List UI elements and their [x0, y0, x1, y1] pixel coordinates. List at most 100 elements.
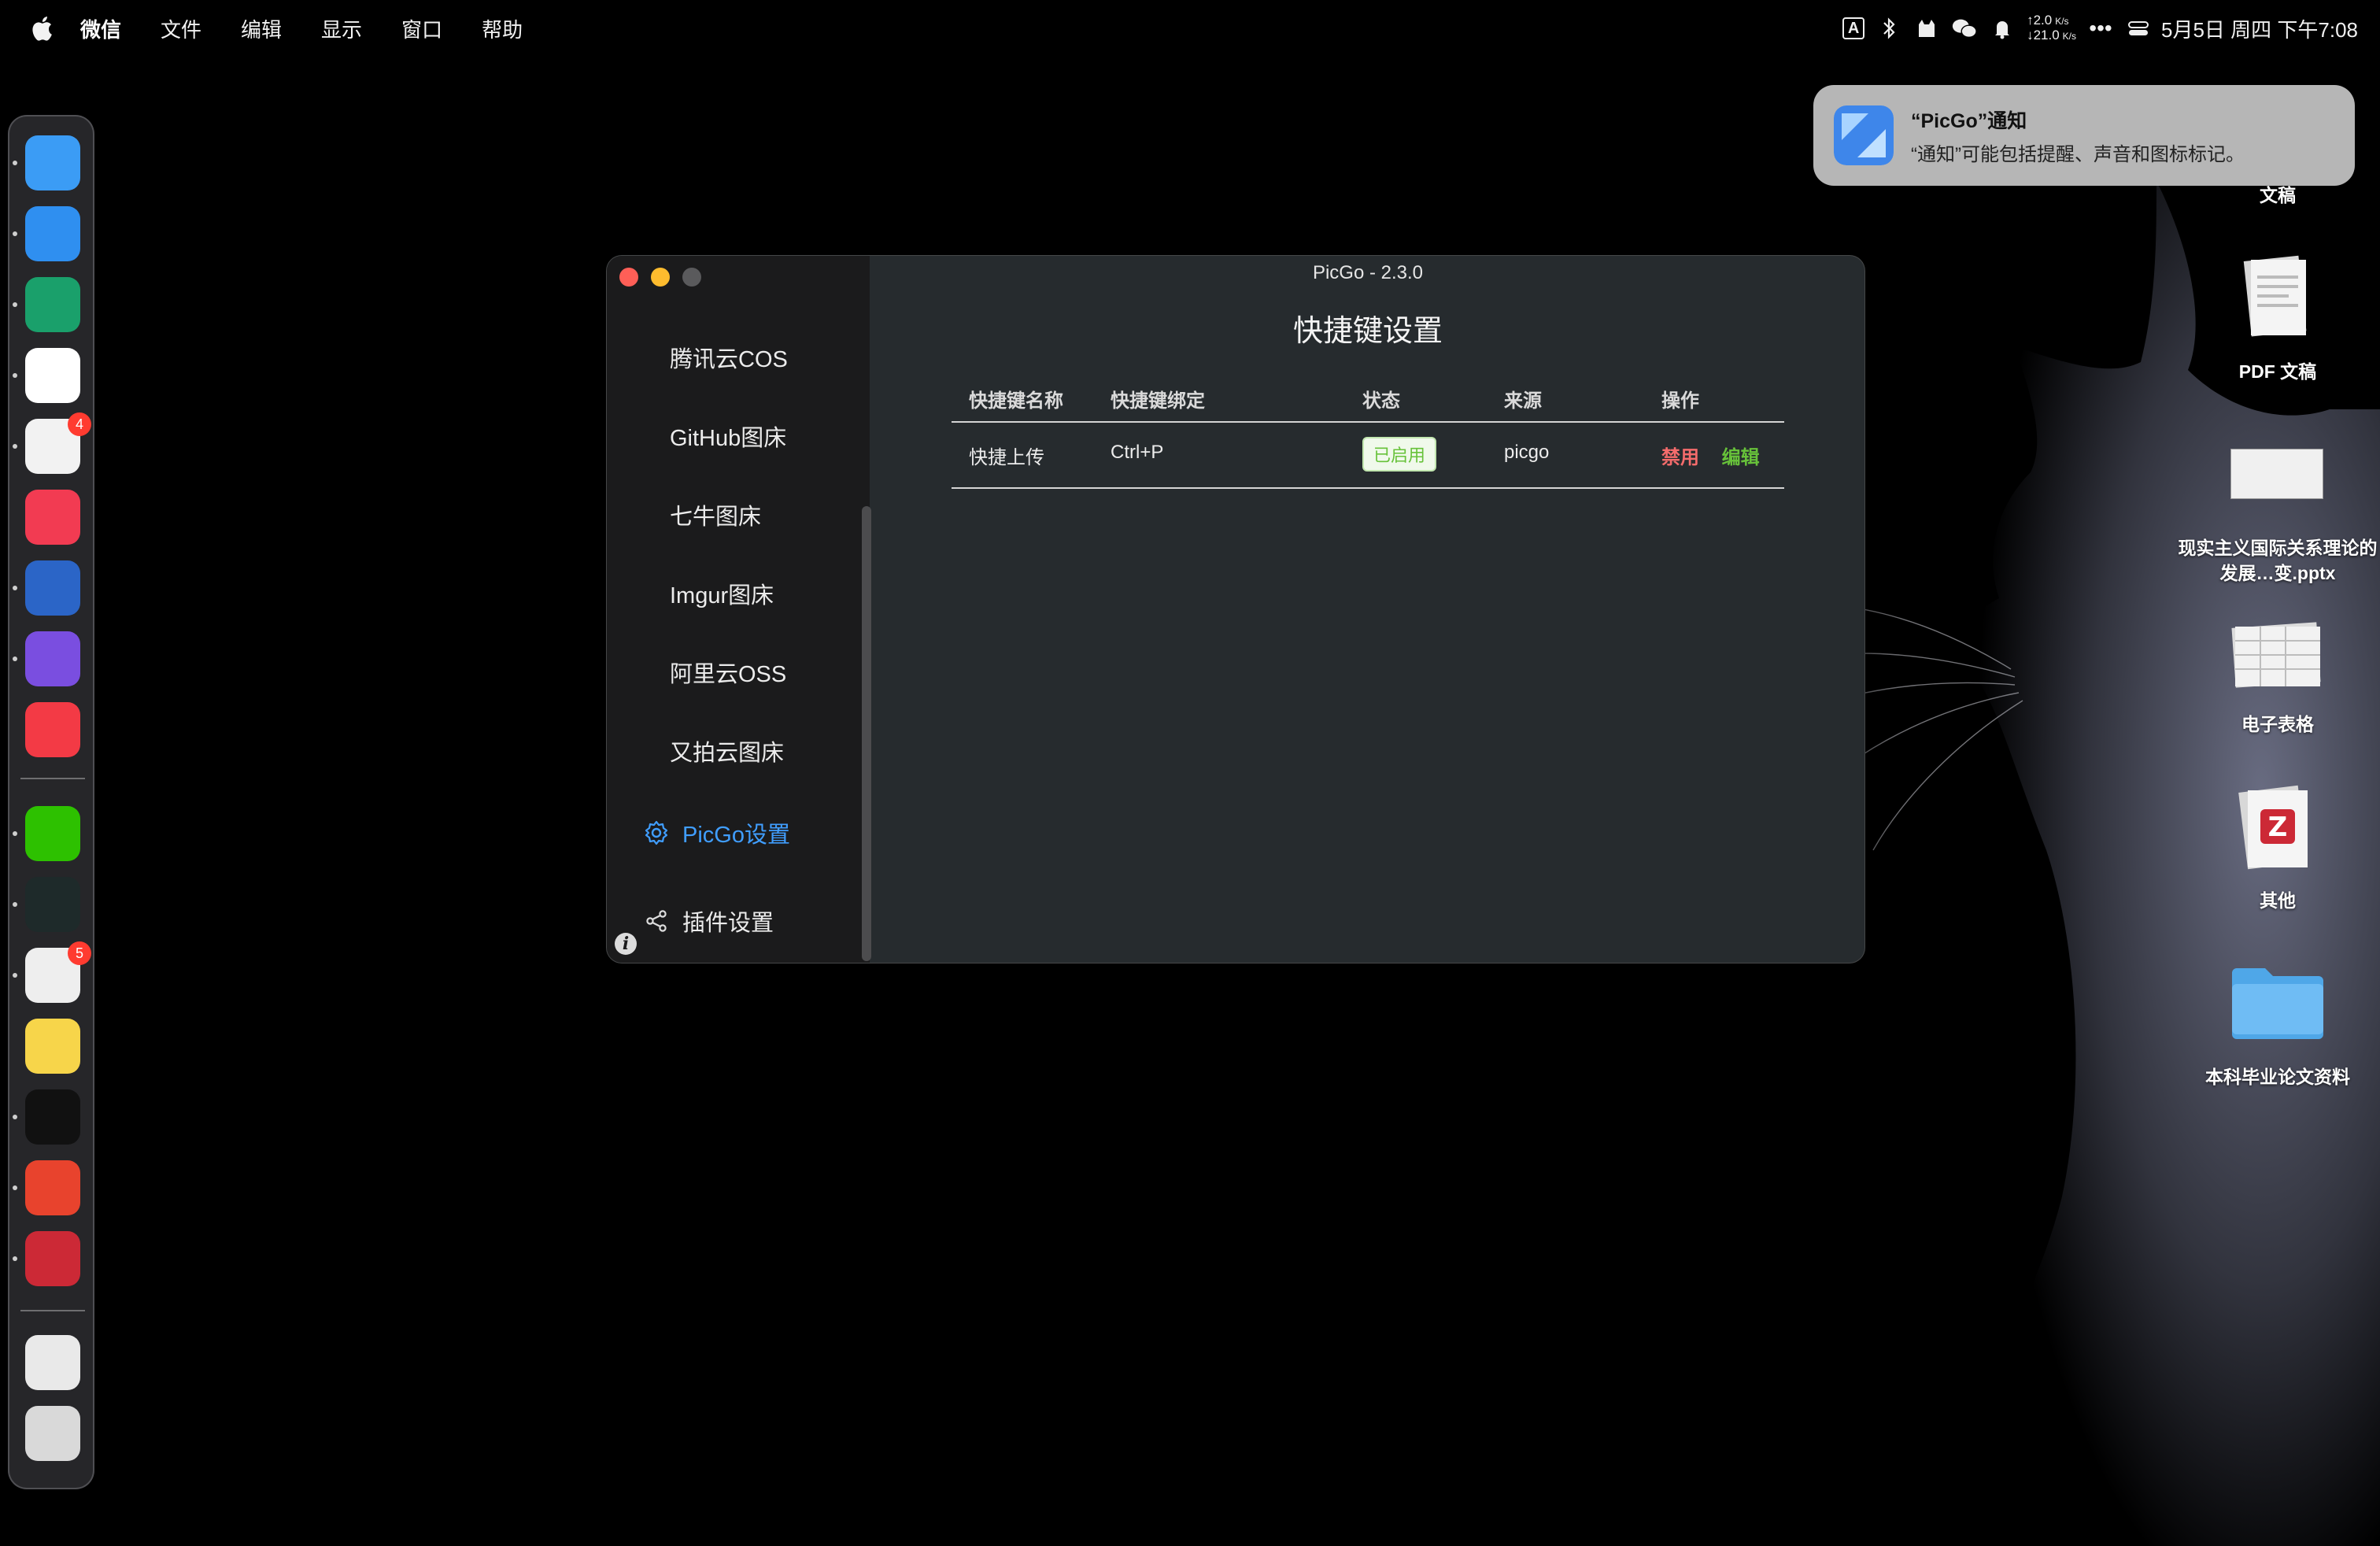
col-header-actions: 操作: [1661, 390, 1699, 412]
sidebar-item-aliyun-oss[interactable]: 阿里云OSS: [670, 656, 786, 689]
info-icon[interactable]: i: [615, 933, 637, 955]
zotero-icon[interactable]: [25, 1231, 80, 1286]
table-header: 快捷键名称 快捷键绑定 状态 来源 操作: [952, 372, 1784, 423]
network-speed[interactable]: ↑2.0 K/s ↓21.0 K/s: [2027, 13, 2076, 43]
shortcut-table: 快捷键名称 快捷键绑定 状态 来源 操作 快捷上传 Ctrl+P 已启用 pic…: [952, 372, 1784, 489]
sidebar-item-qiniu[interactable]: 七牛图床: [670, 498, 761, 531]
control-center-icon[interactable]: [2125, 17, 2152, 40]
running-indicator: [13, 302, 17, 307]
desktop-item-label: PDF 文稿: [2238, 361, 2317, 382]
dock-separator: [20, 1310, 85, 1311]
col-header-source: 来源: [1504, 390, 1542, 412]
disable-button[interactable]: 禁用: [1661, 447, 1699, 468]
edge-icon[interactable]: [25, 277, 80, 332]
desktop-item-thesis-folder[interactable]: 本科毕业论文资料: [2175, 1064, 2380, 1089]
window-minimize-button[interactable]: [651, 268, 670, 287]
menu-clock[interactable]: 5月5日 周四 下午7:08: [2161, 14, 2358, 43]
pdf-expert-icon[interactable]: [25, 1160, 80, 1215]
news-icon[interactable]: [25, 702, 80, 757]
picgo-app-icon: [1834, 105, 1894, 165]
word-icon[interactable]: [25, 560, 80, 616]
sidebar-item-imgur[interactable]: Imgur图床: [670, 577, 774, 610]
net-upload: 2.0: [2033, 13, 2053, 28]
svg-text:Z: Z: [2268, 812, 2288, 843]
spreadsheet-stack-icon[interactable]: [2229, 614, 2323, 693]
shortcut-binding: Ctrl+P: [1111, 442, 1164, 463]
notion-icon[interactable]: [25, 348, 80, 403]
running-indicator: [13, 161, 17, 165]
window-zoom-button[interactable]: [682, 268, 701, 287]
menu-file[interactable]: 文件: [161, 14, 201, 43]
running-indicator: [13, 231, 17, 236]
net-upload-unit: K/s: [2055, 16, 2069, 27]
bluetooth-icon[interactable]: [1876, 17, 1902, 40]
wechat-icon[interactable]: [25, 806, 80, 861]
trash-icon[interactable]: [25, 1406, 80, 1461]
activity-monitor-icon[interactable]: [25, 877, 80, 932]
picgo-window: 腾讯云COS GitHub图床 七牛图床 Imgur图床 阿里云OSS 又拍云图…: [606, 255, 1865, 963]
status-cell: 已启用: [1362, 437, 1437, 472]
window-title: PicGo - 2.3.0: [1312, 262, 1424, 283]
qq-icon[interactable]: [25, 1089, 80, 1145]
net-download-unit: K/s: [2062, 31, 2077, 42]
music-icon[interactable]: [25, 490, 80, 545]
desktop-item-other[interactable]: 其他: [2175, 888, 2380, 913]
input-source-icon[interactable]: A: [1842, 17, 1865, 39]
sidebar-item-tencent-cos[interactable]: 腾讯云COS: [670, 341, 788, 374]
dock-separator: [20, 778, 85, 779]
share-icon: [646, 910, 667, 932]
dock-badge: 5: [68, 941, 91, 965]
running-indicator: [13, 656, 17, 661]
menu-bar: 微信 文件 编辑 显示 窗口 帮助 A ↑2.0 K/s ↓21.0 K/s •••: [0, 0, 2380, 57]
pptx-file-icon[interactable]: [2230, 449, 2323, 499]
menu-view[interactable]: 显示: [321, 14, 362, 43]
notification-text: “PicGo”通知 “通知”可能包括提醒、声音和图标标记。: [1911, 105, 2245, 166]
sidebar-item-label: 阿里云OSS: [670, 662, 787, 687]
desktop-item-label: 其他: [2260, 890, 2296, 911]
obsidian-icon[interactable]: [25, 631, 80, 686]
desktop-item-label: 本科毕业论文资料: [2205, 1067, 2350, 1087]
dock-badge: 4: [68, 412, 91, 436]
sidebar-item-picgo-settings[interactable]: PicGo设置: [643, 816, 790, 849]
other-stack-icon[interactable]: Z: [2234, 781, 2320, 875]
folder-icon[interactable]: [2229, 962, 2326, 1041]
more-icon[interactable]: •••: [2087, 16, 2114, 40]
finder-icon[interactable]: [25, 135, 80, 190]
window-close-button[interactable]: [619, 268, 638, 287]
edit-button[interactable]: 编辑: [1722, 447, 1760, 468]
notification-banner[interactable]: “PicGo”通知 “通知”可能包括提醒、声音和图标标记。: [1813, 85, 2355, 186]
running-indicator: [13, 973, 17, 978]
sidebar-item-plugin-settings[interactable]: 插件设置: [643, 904, 774, 938]
pdf-stack-icon[interactable]: [2237, 252, 2315, 346]
picgo-main: PicGo - 2.3.0 快捷键设置 快捷键名称 快捷键绑定 状态 来源 操作…: [870, 256, 1864, 963]
desktop-item-pptx[interactable]: 现实主义国际关系理论的发展…变.pptx: [2175, 535, 2380, 586]
desktop-item-pdf[interactable]: PDF 文稿: [2175, 359, 2380, 384]
apple-icon[interactable]: [30, 15, 54, 42]
dock: 45: [8, 115, 94, 1489]
desktop-item-documents[interactable]: 文稿: [2175, 183, 2380, 208]
desktop-item-spreadsheets[interactable]: 电子表格: [2175, 712, 2380, 737]
wechat-status-icon[interactable]: [1951, 17, 1978, 40]
sidebar-item-label: GitHub图床: [670, 426, 787, 451]
document-stack-icon[interactable]: [25, 1335, 80, 1390]
menu-window[interactable]: 窗口: [401, 14, 442, 43]
cat-app-icon[interactable]: [1913, 17, 1940, 40]
page-title: 快捷键设置: [1292, 315, 1443, 348]
running-indicator: [13, 831, 17, 836]
menu-bar-status: A ↑2.0 K/s ↓21.0 K/s ••• 5月5日 周四 下午7:08: [1831, 13, 2358, 43]
notes-icon[interactable]: [25, 1019, 80, 1074]
sidebar-item-label: 又拍云图床: [670, 741, 785, 766]
sidebar-item-label: 七牛图床: [670, 505, 762, 530]
menu-app-wechat[interactable]: 微信: [80, 14, 121, 43]
menu-edit[interactable]: 编辑: [241, 14, 282, 43]
menu-help[interactable]: 帮助: [482, 14, 523, 43]
sidebar-item-label: PicGo设置: [682, 823, 790, 848]
menu-bar-left: 微信 文件 编辑 显示 窗口 帮助: [30, 14, 562, 43]
safari-icon[interactable]: [25, 206, 80, 261]
notification-bell-icon[interactable]: [1989, 17, 2016, 40]
sidebar-item-upyun[interactable]: 又拍云图床: [670, 734, 784, 767]
shortcut-source: picgo: [1504, 442, 1550, 463]
running-indicator: [13, 373, 17, 378]
sidebar-item-github[interactable]: GitHub图床: [670, 420, 786, 453]
net-upload-row: ↑2.0 K/s: [2027, 13, 2069, 28]
